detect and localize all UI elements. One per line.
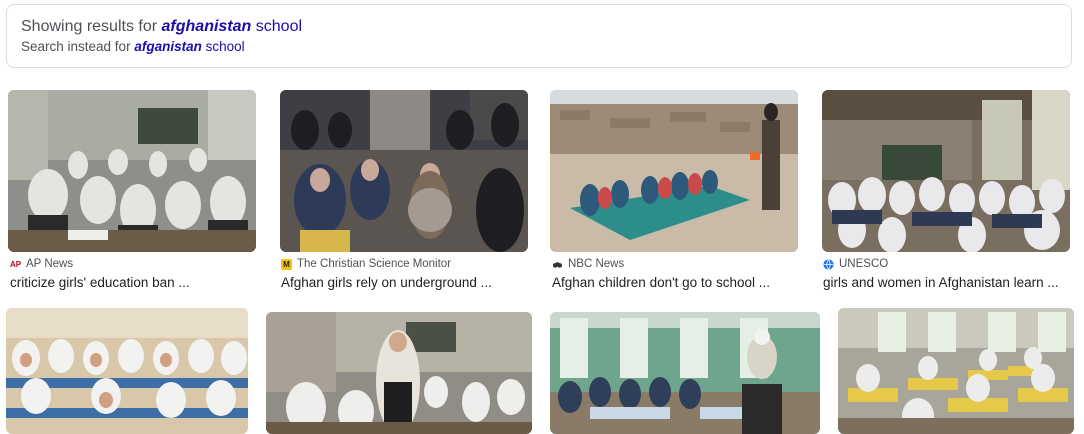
result-thumbnail[interactable] — [838, 308, 1074, 434]
corrected-query-link[interactable]: afghanistan school — [162, 18, 303, 35]
spelling-correction-box: Showing results for afghanistan school S… — [6, 4, 1072, 68]
result-thumbnail[interactable] — [6, 308, 248, 434]
ap-icon: AP — [9, 258, 22, 270]
result-title[interactable]: criticize girls' education ban ... — [10, 275, 256, 290]
result-thumbnail[interactable] — [550, 90, 798, 252]
source-name: NBC News — [568, 258, 625, 270]
result-source: AP AP News — [10, 258, 73, 270]
showing-results-label: Showing results for — [21, 18, 158, 35]
source-name: AP News — [26, 258, 74, 270]
search-instead-label: Search instead for — [21, 39, 131, 54]
nbc-icon — [552, 259, 563, 270]
csmonitor-icon: M — [281, 258, 292, 270]
result-thumbnail[interactable] — [8, 90, 256, 252]
result-thumbnail[interactable] — [266, 312, 532, 434]
result-thumbnail[interactable] — [280, 90, 528, 252]
source-name: The Christian Science Monitor — [297, 258, 452, 270]
result-source: UNESCO — [823, 258, 888, 270]
result-thumbnail[interactable] — [822, 90, 1070, 252]
original-query-link[interactable]: afganistan school — [134, 39, 244, 54]
result-thumbnail[interactable] — [550, 312, 820, 434]
result-title[interactable]: Afghan children don't go to school ... — [552, 275, 798, 290]
result-source: M The Christian Science Monitor — [281, 258, 451, 270]
result-title[interactable]: girls and women in Afghanistan learn ... — [823, 275, 1069, 290]
showing-results-line: Showing results for afghanistan school — [21, 16, 1057, 38]
search-instead-line: Search instead for afganistan school — [21, 38, 1057, 56]
source-name: UNESCO — [839, 258, 889, 270]
result-source: NBC News — [552, 258, 624, 270]
unesco-icon — [823, 258, 834, 270]
result-title[interactable]: Afghan girls rely on underground ... — [281, 275, 527, 290]
